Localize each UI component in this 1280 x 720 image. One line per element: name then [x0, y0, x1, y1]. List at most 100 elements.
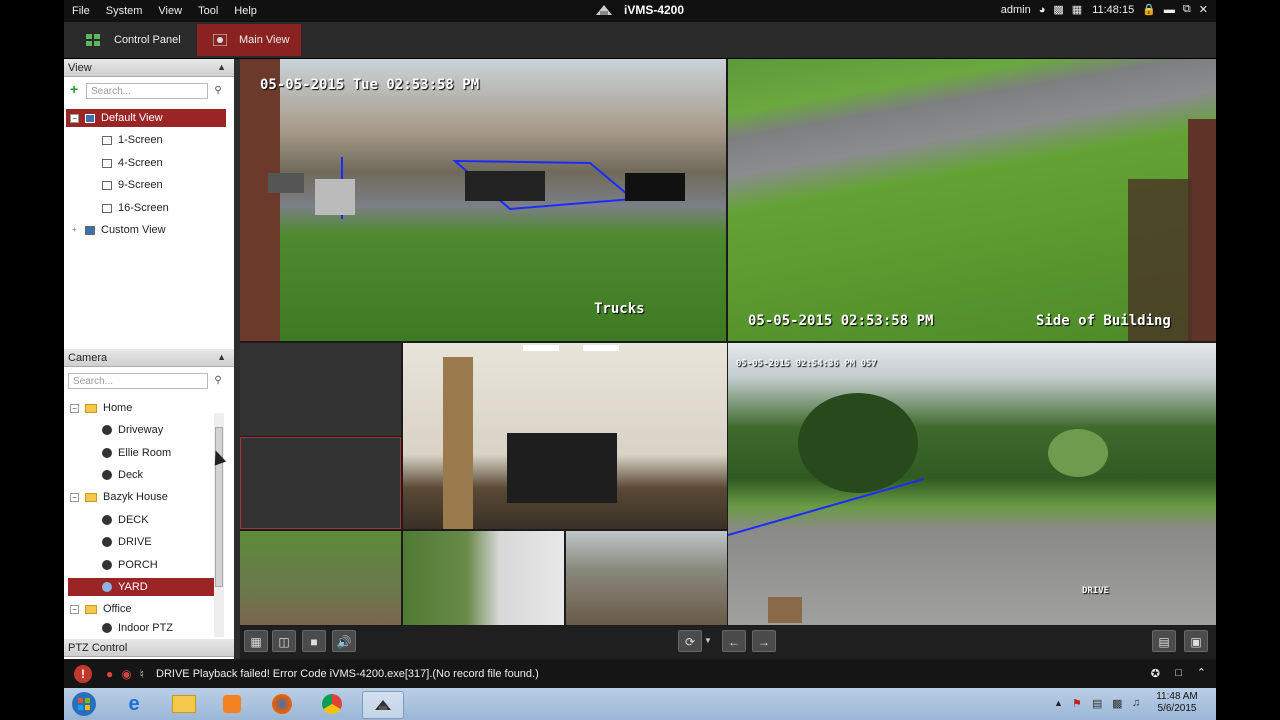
tree-16-screen[interactable]: 16-Screen [102, 199, 169, 217]
next-page-icon[interactable]: → [752, 630, 776, 652]
expand-up-icon[interactable]: ⌃ [1197, 666, 1206, 679]
tray-device-icon[interactable]: ▤ [1092, 697, 1102, 710]
tree-camera-deck-2[interactable]: DECK [102, 511, 149, 529]
tree-custom-view[interactable]: + Custom View [70, 221, 166, 239]
tree-group-bazyk-house[interactable]: − Bazyk House [70, 488, 168, 506]
view-search-input[interactable]: Search... [86, 83, 208, 99]
menu-system[interactable]: System [106, 5, 143, 17]
ptz-section-header[interactable]: PTZ Control [64, 639, 234, 657]
refresh-icon[interactable]: ⟳ [678, 630, 702, 652]
windows-taskbar: e ▲ ⚑ ▤ ▩ ♫ 11:48 AM 5/6/2015 [64, 688, 1216, 720]
video-tile-drive[interactable]: 05-05-2015 02:54:36 PM 057 DRIVE [728, 343, 1216, 625]
tab-main-view[interactable]: Main View [197, 24, 301, 56]
expand-toggle-icon[interactable]: + [70, 225, 79, 235]
tab-control-panel[interactable]: Control Panel [64, 24, 194, 56]
tree-4-screen[interactable]: 4-Screen [102, 154, 163, 172]
tray-flag-icon[interactable]: ⚑ [1072, 697, 1082, 710]
record-icon[interactable]: ◉ [121, 667, 131, 681]
restore-icon[interactable]: ⧉ [1183, 3, 1191, 16]
minimize-icon[interactable]: ▬ [1164, 4, 1175, 16]
globe-icon[interactable]: ◕ [1039, 4, 1046, 16]
folder-icon[interactable] [164, 691, 204, 717]
tray-network-icon[interactable]: ▩ [1112, 697, 1122, 710]
alarm-icon[interactable]: ● [106, 667, 113, 681]
video-tile-empty-1[interactable] [240, 343, 401, 436]
tree-camera-ellie-room[interactable]: Ellie Room [102, 444, 171, 462]
collapse-toggle-icon[interactable]: − [70, 604, 79, 614]
collapse-toggle-icon[interactable]: − [70, 403, 79, 413]
collapse-toggle-icon[interactable]: − [70, 492, 79, 502]
window-icon[interactable]: □ [1175, 667, 1182, 679]
firefox-icon[interactable] [262, 691, 302, 717]
ceiling-light [523, 345, 559, 351]
tree-label: Bazyk House [103, 491, 168, 503]
tree-camera-yard[interactable]: YARD [68, 578, 214, 596]
video-tile-trucks[interactable]: 05-05-2015 Tue 02:53:58 PM Trucks [240, 59, 726, 341]
camera-section-header[interactable]: Camera ▲ [64, 349, 234, 367]
tree-camera-deck[interactable]: Deck [102, 466, 143, 484]
view-group-icon [85, 113, 95, 123]
chrome-icon[interactable] [312, 691, 352, 717]
ivms-taskbar-icon[interactable] [362, 691, 404, 719]
add-view-icon[interactable]: + [70, 82, 82, 96]
split-view-icon[interactable]: ◫ [272, 630, 296, 652]
menu-help[interactable]: Help [234, 5, 257, 17]
tree-group-home[interactable]: − Home [70, 399, 132, 417]
search-icon[interactable]: ⚲ [210, 83, 226, 99]
camera-search-input[interactable]: Search... [68, 373, 208, 389]
tree-group-office[interactable]: − Office [70, 600, 132, 618]
internet-explorer-icon[interactable]: e [114, 691, 154, 717]
tree-camera-driveway[interactable]: Driveway [102, 421, 163, 439]
video-tile-indoor-room[interactable] [403, 343, 727, 529]
taskbar-clock[interactable]: 11:48 AM 5/6/2015 [1154, 691, 1200, 715]
tree-camera-indoor-ptz[interactable]: Indoor PTZ [102, 622, 173, 634]
tree-label: 16-Screen [118, 202, 169, 214]
tree-1-screen[interactable]: 1-Screen [102, 131, 163, 149]
menu-tool[interactable]: Tool [198, 5, 218, 17]
close-icon[interactable]: ✕ [1199, 3, 1208, 16]
view-section-header[interactable]: View ▲ [64, 59, 234, 77]
sound-icon[interactable]: ♮ [140, 667, 144, 681]
media-player-icon[interactable] [212, 691, 252, 717]
audio-icon[interactable]: 🔊 [332, 630, 356, 652]
collapse-icon[interactable]: ▲ [217, 62, 226, 72]
app-title: iVMS-4200 [624, 3, 685, 17]
pin-icon[interactable]: ✪ [1151, 667, 1160, 680]
collapse-toggle-icon[interactable]: − [70, 113, 79, 123]
dropdown-arrow-icon[interactable]: ▼ [704, 636, 712, 645]
fullscreen-icon[interactable]: ▣ [1184, 630, 1208, 652]
video-tile-yard-small[interactable] [240, 531, 401, 625]
menu-file[interactable]: File [72, 5, 90, 17]
keyboard-icon[interactable]: ▩ [1053, 3, 1063, 16]
camera-tree-scrollbar[interactable] [214, 413, 224, 637]
menu-view[interactable]: View [158, 5, 182, 17]
video-tile-porch-small[interactable] [403, 531, 564, 625]
stop-icon[interactable]: ■ [302, 630, 326, 652]
tray-expand-icon[interactable]: ▲ [1054, 698, 1063, 708]
title-bar: File System View Tool Help iVMS-4200 adm… [64, 0, 1216, 22]
previous-page-icon[interactable]: ← [722, 630, 746, 652]
taskbar-date: 5/6/2015 [1157, 703, 1197, 714]
start-button[interactable] [64, 691, 104, 717]
video-tile-side-of-building[interactable]: 05-05-2015 02:53:58 PM Side of Building [728, 59, 1216, 341]
window-layout-icon[interactable]: ▤ [1152, 630, 1176, 652]
tree-label: Driveway [118, 424, 164, 436]
screen-layout-icon [102, 158, 112, 168]
folder-icon [85, 492, 97, 502]
video-tile-deck-small[interactable] [566, 531, 727, 625]
tray-volume-icon[interactable]: ♫ [1132, 697, 1140, 709]
collapse-icon[interactable]: ▲ [217, 352, 226, 362]
tree-label: Custom View [101, 224, 166, 236]
tree-camera-porch[interactable]: PORCH [102, 556, 158, 574]
floor-mat [507, 433, 617, 503]
search-icon[interactable]: ⚲ [210, 373, 226, 389]
layout-icon[interactable]: ▦ [244, 630, 268, 652]
tree-camera-drive[interactable]: DRIVE [102, 533, 152, 551]
video-tile-empty-selected[interactable] [240, 437, 401, 529]
main-view-icon [213, 34, 227, 46]
tree-9-screen[interactable]: 9-Screen [102, 176, 163, 194]
cpu-icon[interactable]: ▦ [1072, 3, 1082, 16]
lock-icon[interactable]: 🔒 [1142, 3, 1156, 16]
warning-icon[interactable]: ! [74, 665, 92, 683]
tree-default-view[interactable]: − Default View [66, 109, 226, 127]
